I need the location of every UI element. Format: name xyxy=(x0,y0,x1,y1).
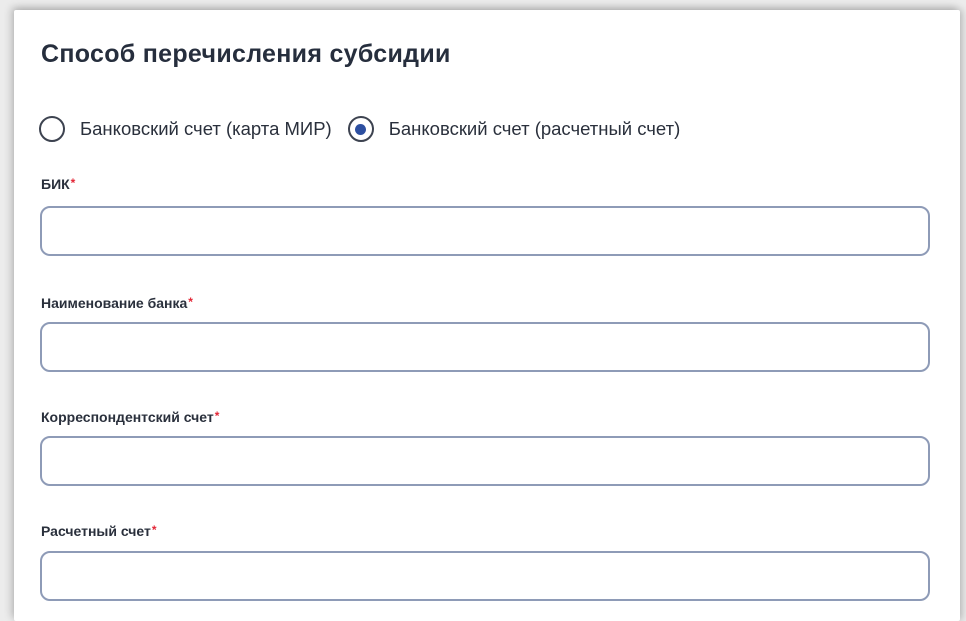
radio-label-mir-card: Банковский счет (карта МИР) xyxy=(80,118,332,139)
radio-option-mir-card[interactable]: Банковский счет (карта МИР) xyxy=(39,116,332,142)
required-asterisk: * xyxy=(188,295,193,309)
radio-button-mir-card[interactable] xyxy=(39,116,65,142)
corr-account-label: Корреспондентский счет* xyxy=(41,409,219,425)
bank-name-label: Наименование банка* xyxy=(41,295,193,311)
corr-account-input[interactable] xyxy=(40,436,930,486)
corr-account-label-text: Корреспондентский счет xyxy=(41,409,214,425)
radio-button-settlement-account[interactable] xyxy=(347,116,374,142)
form-card: Способ перечисления субсидии Банковский … xyxy=(14,10,960,621)
section-title: Способ перечисления субсидии xyxy=(41,40,451,68)
radio-label-settlement-account: Банковский счет (расчетный счет) xyxy=(388,118,681,139)
bank-name-label-text: Наименование банка xyxy=(41,295,188,311)
required-asterisk: * xyxy=(214,409,220,423)
required-asterisk: * xyxy=(70,176,76,190)
bik-input[interactable] xyxy=(40,206,930,256)
radio-option-settlement-account[interactable]: Банковский счет (расчетный счет) xyxy=(347,116,681,142)
settlement-account-input[interactable] xyxy=(40,551,930,601)
bik-label-text: БИК xyxy=(41,176,70,192)
required-asterisk: * xyxy=(151,523,157,537)
settlement-account-label: Расчетный счет* xyxy=(41,523,157,539)
bik-label: БИК* xyxy=(41,176,75,192)
payment-method-radio-group: Банковский счет (карта МИР) Банковский с… xyxy=(39,114,696,144)
bank-name-input[interactable] xyxy=(40,322,930,372)
settlement-account-label-text: Расчетный счет xyxy=(41,523,151,539)
